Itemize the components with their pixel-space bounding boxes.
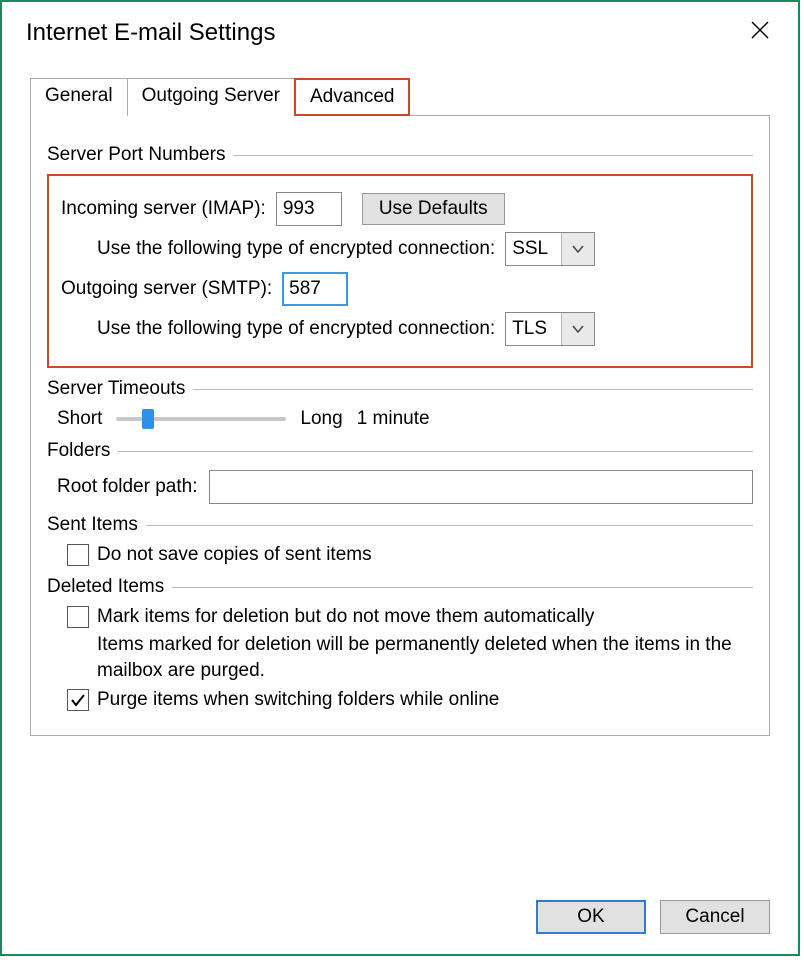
tab-panel-advanced: Server Port Numbers Incoming server (IMA… <box>30 116 770 736</box>
incoming-port-input[interactable] <box>276 192 342 226</box>
cancel-button[interactable]: Cancel <box>660 900 770 934</box>
outgoing-encryption-label: Use the following type of encrypted conn… <box>97 318 495 340</box>
chevron-down-icon <box>561 313 594 345</box>
sent-items-title: Sent Items <box>47 514 146 536</box>
group-server-timeouts: Server Timeouts Short Long 1 minute <box>47 378 753 430</box>
settings-dialog: Internet E-mail Settings General Outgoin… <box>0 0 800 956</box>
timeout-slider[interactable] <box>116 417 286 421</box>
group-server-ports: Server Port Numbers Incoming server (IMA… <box>47 144 753 368</box>
deletion-desc: Items marked for deletion will be perman… <box>97 632 753 683</box>
deleted-items-title: Deleted Items <box>47 576 172 598</box>
mark-deletion-label: Mark items for deletion but do not move … <box>97 606 594 628</box>
purge-label: Purge items when switching folders while… <box>97 689 499 711</box>
tab-advanced[interactable]: Advanced <box>294 78 411 116</box>
timeouts-title: Server Timeouts <box>47 378 193 400</box>
timeout-short-label: Short <box>57 408 102 430</box>
incoming-label: Incoming server (IMAP): <box>61 198 266 220</box>
outgoing-label: Outgoing server (SMTP): <box>61 278 272 300</box>
no-save-sent-label: Do not save copies of sent items <box>97 544 372 566</box>
titlebar: Internet E-mail Settings <box>2 2 798 57</box>
no-save-sent-checkbox[interactable] <box>67 544 89 566</box>
use-defaults-button[interactable]: Use Defaults <box>362 193 505 225</box>
root-folder-label: Root folder path: <box>57 476 197 498</box>
check-icon <box>70 692 86 708</box>
ok-button[interactable]: OK <box>536 900 646 934</box>
root-folder-input[interactable] <box>209 470 753 504</box>
tab-bar: General Outgoing Server Advanced <box>30 77 770 116</box>
group-deleted-items: Deleted Items Mark items for deletion bu… <box>47 576 753 711</box>
chevron-down-icon <box>561 233 594 265</box>
group-sent-items: Sent Items Do not save copies of sent it… <box>47 514 753 566</box>
mark-deletion-checkbox[interactable] <box>67 606 89 628</box>
dialog-footer: OK Cancel <box>536 900 770 934</box>
group-folders: Folders Root folder path: <box>47 440 753 504</box>
outgoing-port-input[interactable] <box>282 272 348 306</box>
window-title: Internet E-mail Settings <box>26 19 275 47</box>
purge-checkbox[interactable] <box>67 689 89 711</box>
outgoing-encryption-select[interactable]: TLS <box>505 312 595 346</box>
server-ports-title: Server Port Numbers <box>47 144 233 166</box>
incoming-encryption-select[interactable]: SSL <box>505 232 595 266</box>
timeout-long-label: Long <box>300 408 342 430</box>
folders-title: Folders <box>47 440 118 462</box>
tab-general[interactable]: General <box>30 78 128 116</box>
slider-thumb[interactable] <box>142 409 154 429</box>
timeout-value: 1 minute <box>357 408 430 430</box>
server-ports-highlight: Incoming server (IMAP): Use Defaults Use… <box>47 174 753 368</box>
close-icon <box>750 20 770 40</box>
incoming-encryption-label: Use the following type of encrypted conn… <box>97 238 495 260</box>
tab-outgoing-server[interactable]: Outgoing Server <box>127 78 295 116</box>
close-button[interactable] <box>740 14 780 51</box>
